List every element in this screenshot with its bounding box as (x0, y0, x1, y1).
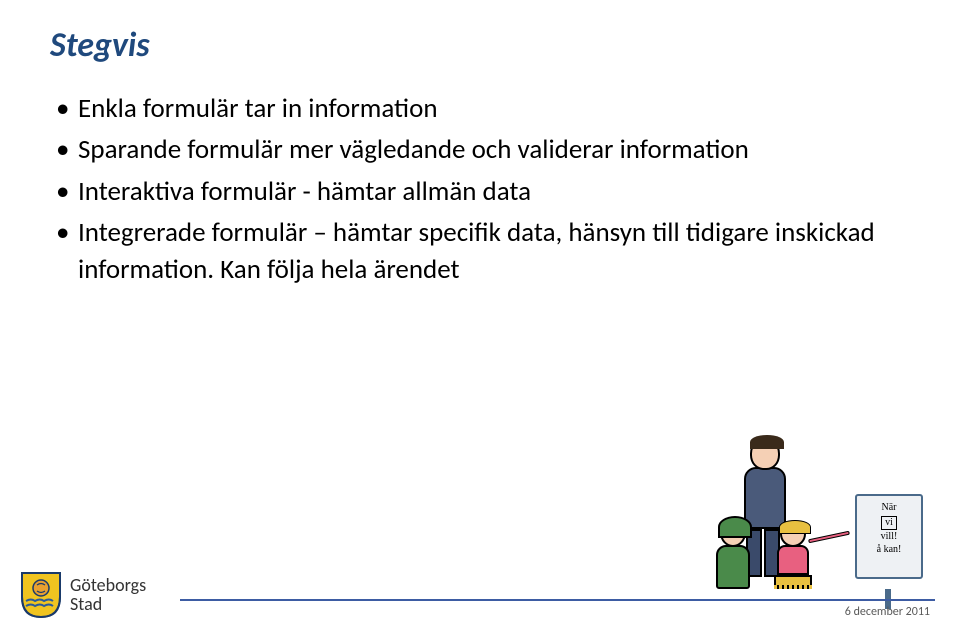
slide-title: Stegvis (50, 25, 920, 66)
bullet-item: Sparande formulär mer vägledande och val… (50, 132, 920, 168)
slide-content: Enkla formulär tar in information Sparan… (50, 91, 920, 288)
pointing-arm-icon (808, 531, 850, 544)
logo-text: Göteborgs Stad (70, 576, 146, 614)
sign-text: När (861, 502, 917, 515)
logo-area: Göteborgs Stad (20, 571, 146, 619)
footer-date: 6 december 2011 (845, 605, 930, 619)
sign-text: vi (881, 516, 897, 531)
bullet-list: Enkla formulär tar in information Sparan… (50, 91, 920, 288)
bullet-item: Interaktiva formulär - hämtar allmän dat… (50, 174, 920, 210)
footer-divider (180, 599, 935, 601)
logo-line: Stad (70, 595, 146, 614)
bullet-item: Integrerade formulär – hämtar specifik d… (50, 215, 920, 288)
slide: Stegvis Enkla formulär tar in informatio… (0, 0, 960, 629)
slide-footer: Göteborgs Stad 6 december 2011 (0, 544, 960, 629)
goteborg-crest-icon (20, 571, 62, 619)
sign-text: vill! (861, 531, 917, 544)
bullet-item: Enkla formulär tar in information (50, 91, 920, 127)
